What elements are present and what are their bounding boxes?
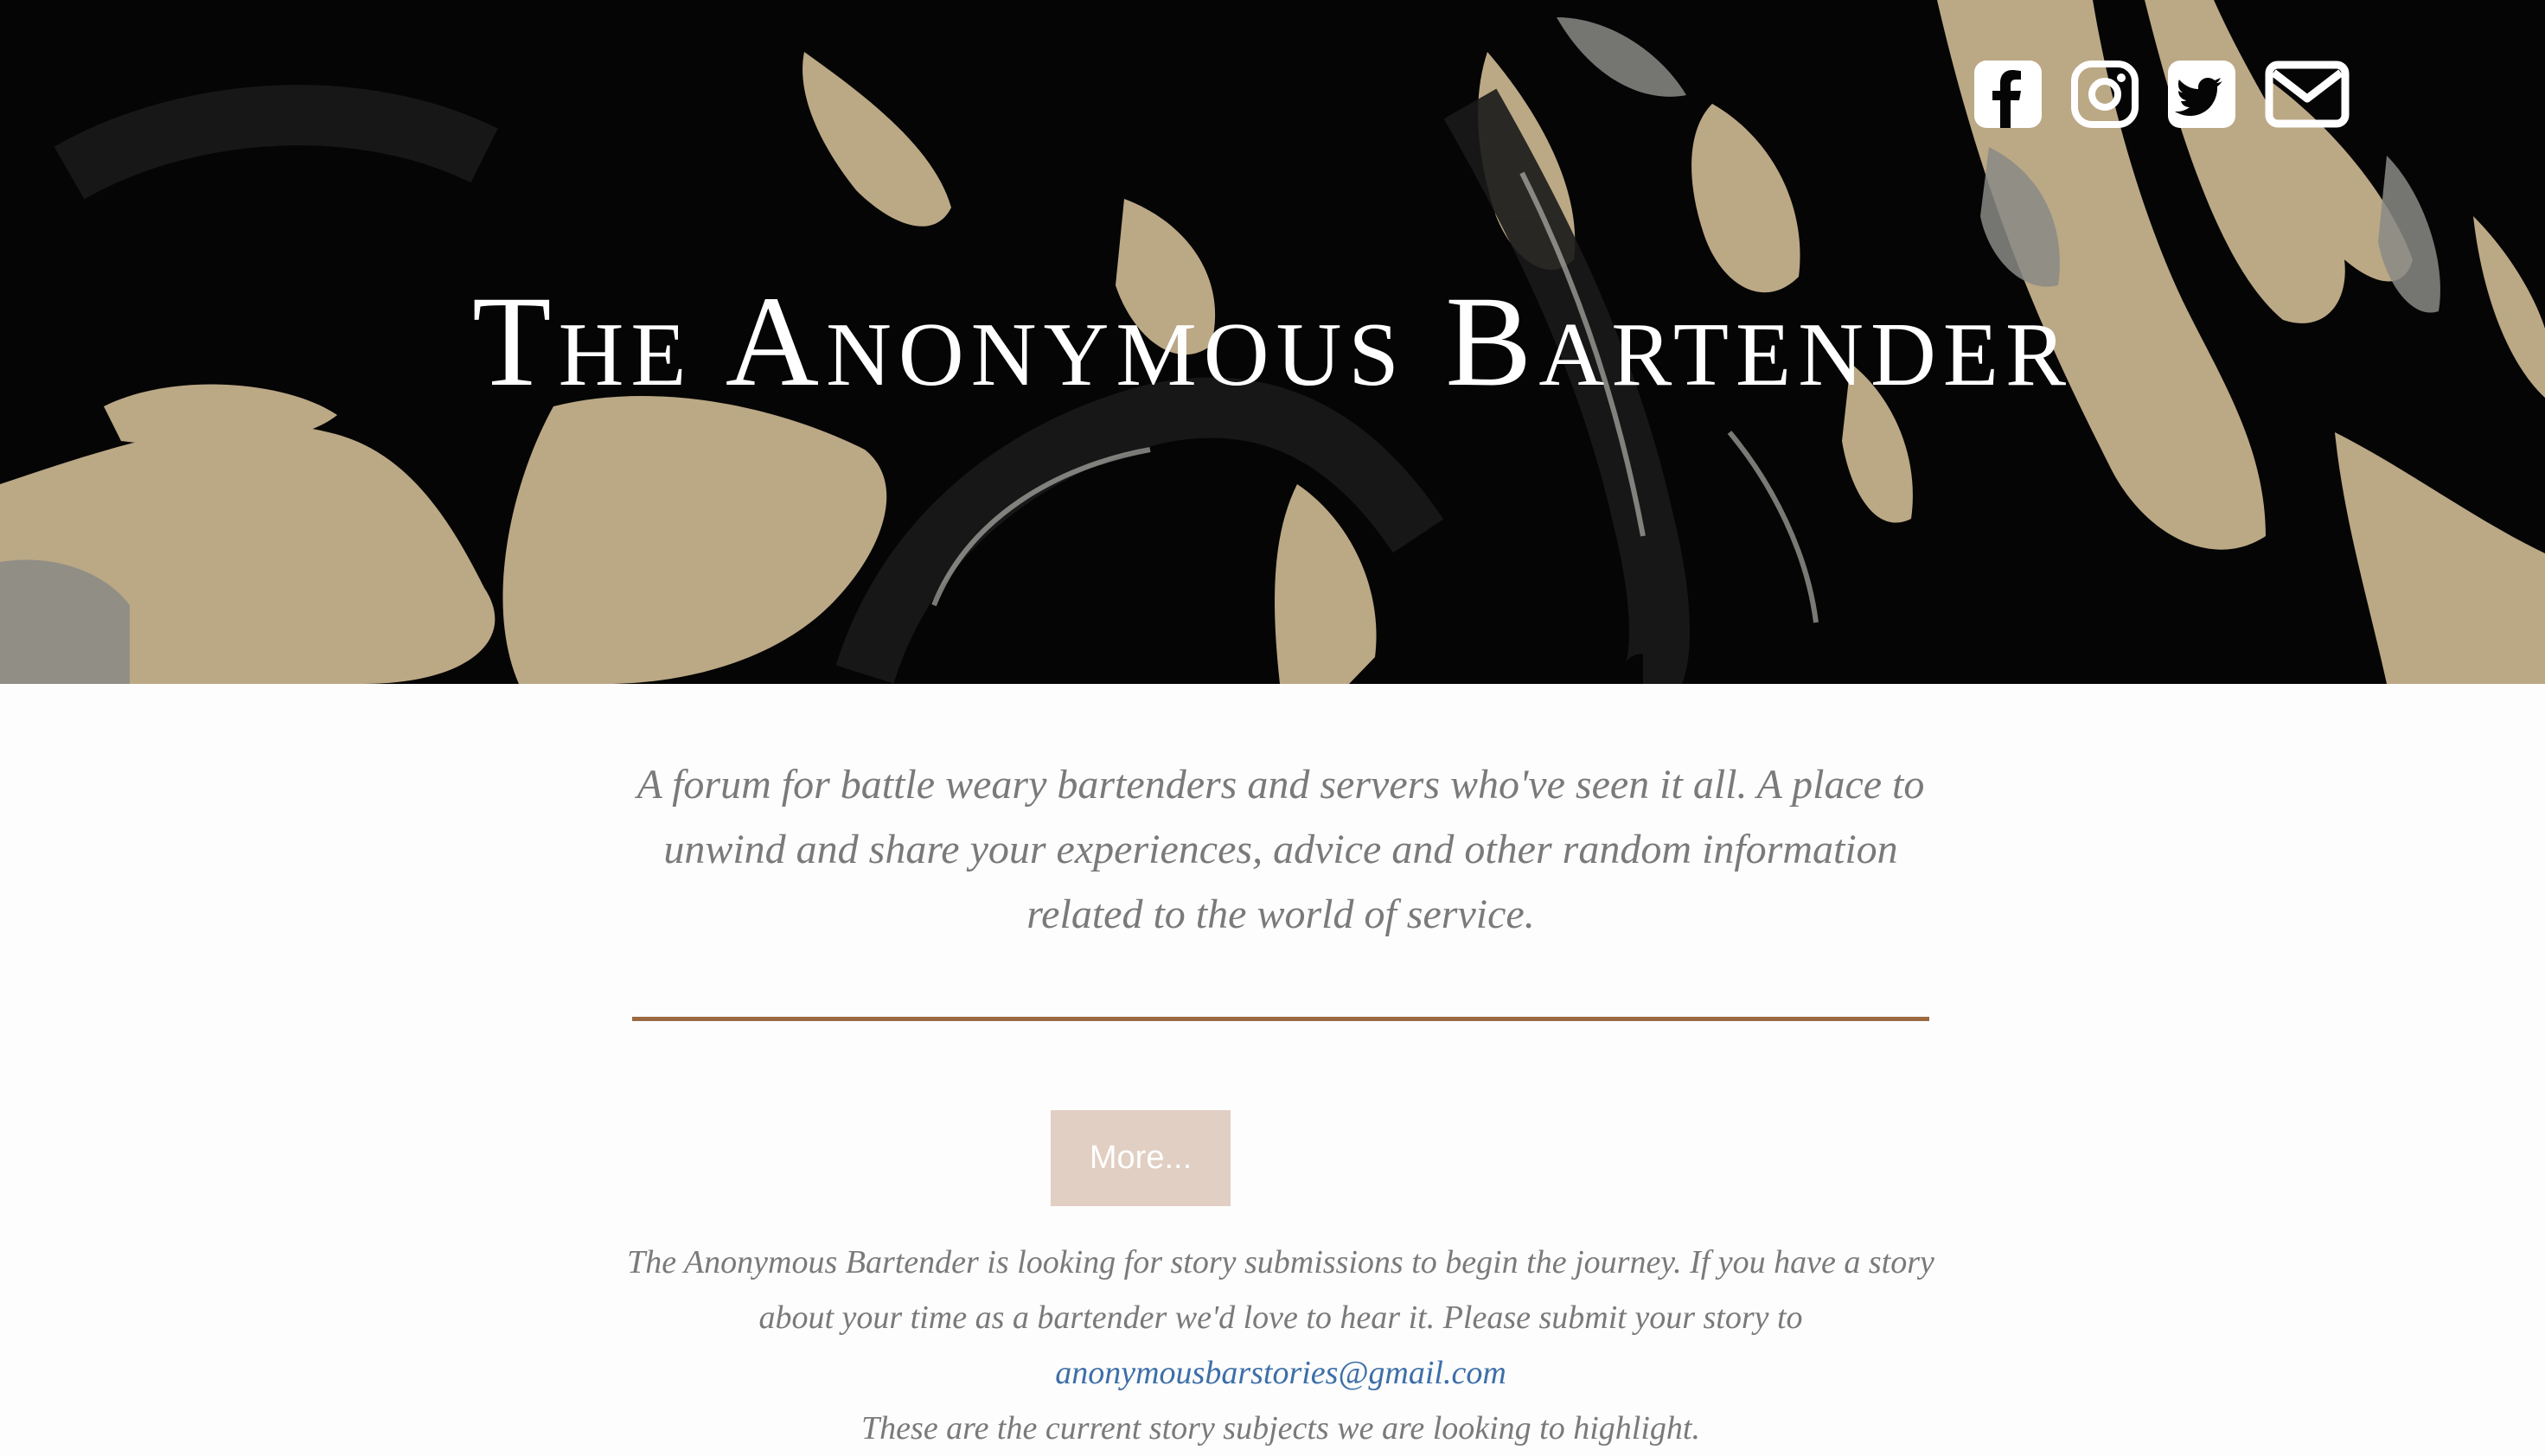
tagline: A forum for battle weary bartenders and … [636, 762, 1925, 937]
subjects-line: These are the current story subjects we … [861, 1410, 1700, 1446]
instagram-icon[interactable] [2071, 60, 2139, 132]
site-title: The Anonymous Bartender [471, 270, 2074, 413]
tagline-block: A forum for battle weary bartenders and … [632, 752, 1929, 947]
hero-banner: The Anonymous Bartender [0, 0, 2545, 684]
submission-email-link[interactable]: anonymousbarstories@gmail.com [1055, 1355, 1506, 1391]
submission-info: The Anonymous Bartender is looking for s… [619, 1235, 1942, 1456]
divider [632, 1017, 1929, 1021]
submission-text: The Anonymous Bartender is looking for s… [627, 1244, 1934, 1336]
facebook-icon[interactable] [1974, 60, 2042, 132]
email-icon[interactable] [2265, 61, 2350, 132]
twitter-icon[interactable] [2168, 60, 2235, 132]
social-links [1974, 60, 2350, 132]
more-button[interactable]: More... [1051, 1110, 1231, 1206]
